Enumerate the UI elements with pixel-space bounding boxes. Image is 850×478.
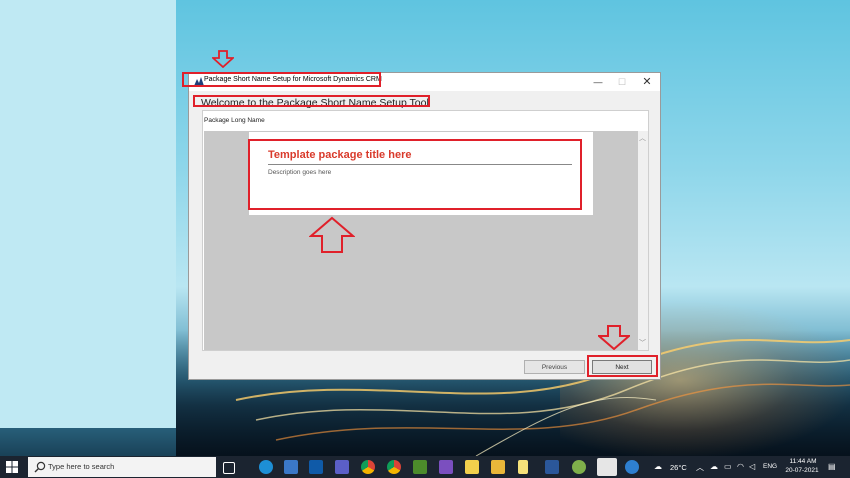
store-icon[interactable] (284, 460, 298, 474)
setup-window: Package Short Name Setup for Microsoft D… (188, 72, 661, 380)
desktop-side-window (0, 0, 176, 428)
previous-button[interactable]: Previous (524, 360, 585, 374)
close-button[interactable]: ✕ (635, 74, 659, 90)
help-icon[interactable] (625, 460, 639, 474)
notes-icon[interactable] (518, 460, 528, 474)
clock-date[interactable]: 20-07-2021 (784, 467, 820, 474)
wifi-icon[interactable]: ◠ (737, 462, 744, 471)
visual-studio-icon[interactable] (439, 460, 453, 474)
outlook-icon[interactable] (309, 460, 323, 474)
notification-icon[interactable]: ▤ (828, 462, 836, 471)
package-long-name-label: Package Long Name (204, 117, 265, 124)
chevron-up-icon[interactable]: ︿ (696, 462, 704, 473)
language-indicator[interactable]: ENG (763, 463, 777, 470)
weather-temperature[interactable]: 26°C (670, 463, 687, 472)
volume-icon[interactable]: ◁ (749, 462, 755, 471)
highlight-window-title (182, 72, 381, 87)
browser-icon[interactable] (572, 460, 586, 474)
minecraft-icon[interactable] (413, 460, 427, 474)
maximize-button[interactable]: ☐ (610, 74, 634, 90)
down-arrow-icon (598, 325, 630, 350)
highlight-template-card (248, 139, 582, 210)
vertical-scrollbar[interactable]: ︿ ﹀ (638, 131, 648, 350)
scroll-down-icon[interactable]: ﹀ (639, 338, 646, 348)
edge-icon[interactable] (259, 460, 273, 474)
windows-start-icon[interactable] (6, 461, 18, 473)
highlight-next-button (587, 355, 658, 377)
file-explorer-icon[interactable] (491, 460, 505, 474)
weather-icon[interactable]: ☁ (654, 462, 662, 471)
highlight-welcome-heading (193, 95, 430, 107)
scroll-up-icon[interactable]: ︿ (639, 133, 646, 143)
search-placeholder: Type here to search (48, 462, 115, 471)
chrome-alt-icon[interactable] (387, 460, 401, 474)
chrome-icon[interactable] (361, 460, 375, 474)
clock-time[interactable]: 11:44 AM (787, 458, 819, 465)
taskbar: Type here to search ☁ 26°C ︿ ☁ ▭ ◠ ◁ ENG… (0, 456, 850, 478)
network-icon[interactable]: ▭ (724, 462, 732, 471)
sticky-notes-icon[interactable] (465, 460, 479, 474)
down-arrow-icon (212, 50, 234, 68)
teams-icon[interactable] (335, 460, 349, 474)
minimize-button[interactable]: — (586, 74, 610, 90)
search-icon (34, 461, 46, 473)
up-arrow-icon (309, 216, 355, 253)
task-view-icon[interactable] (223, 462, 235, 474)
dynamics-icon[interactable] (597, 458, 617, 476)
taskbar-search-box[interactable]: Type here to search (28, 457, 216, 477)
onedrive-icon[interactable]: ☁ (710, 462, 718, 471)
word-icon[interactable] (545, 460, 559, 474)
